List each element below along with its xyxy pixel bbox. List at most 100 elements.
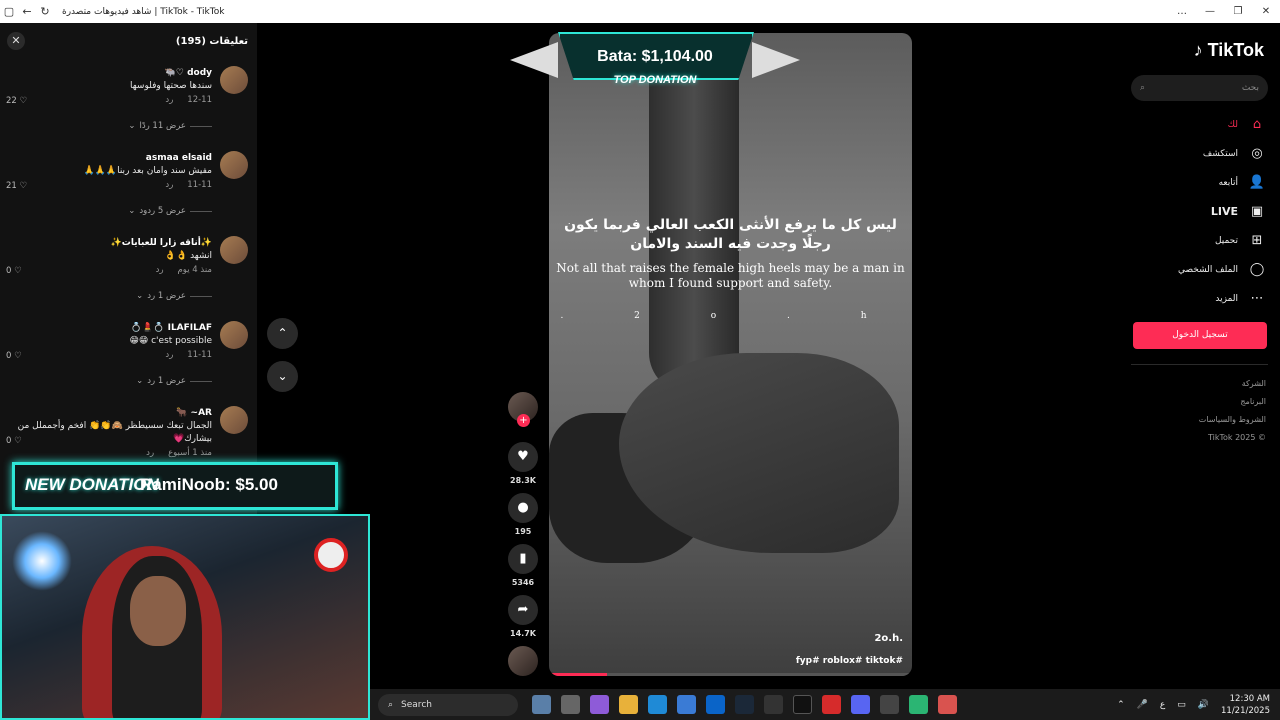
network-icon[interactable]: ▭ xyxy=(1177,700,1186,710)
m365-icon[interactable] xyxy=(590,695,609,714)
heart-outline-icon[interactable]: ♡ xyxy=(20,96,28,106)
close-window-icon[interactable]: ✕ xyxy=(1252,0,1280,23)
volume-icon[interactable]: 🔊 xyxy=(1198,700,1209,710)
video-author[interactable]: 2o.h. xyxy=(874,633,903,644)
edge-icon[interactable] xyxy=(648,695,667,714)
page-icon: ▢ xyxy=(3,5,15,18)
heart-outline-icon[interactable]: ♡ xyxy=(14,351,22,361)
comment-like[interactable]: 0 ♡ xyxy=(6,436,22,446)
replies-line xyxy=(190,295,212,297)
outlook-icon[interactable] xyxy=(706,695,725,714)
comment-meta: 11-11 رد xyxy=(0,180,212,190)
heart-outline-icon[interactable]: ♡ xyxy=(14,266,22,276)
comment-reply-button[interactable]: رد xyxy=(165,95,173,105)
comment-like[interactable]: 21 ♡ xyxy=(6,181,27,191)
comment-date: 11-11 xyxy=(187,350,212,360)
comment-avatar[interactable] xyxy=(220,66,248,94)
store-icon[interactable] xyxy=(677,695,696,714)
heart-outline-icon[interactable]: ♡ xyxy=(14,436,22,446)
comment-username[interactable]: dody ♡🐃 xyxy=(0,59,212,78)
follow-plus-icon[interactable]: + xyxy=(517,414,530,427)
sidebar-icon-0: ⌂ xyxy=(1252,117,1262,132)
discord-icon[interactable] xyxy=(851,695,870,714)
view-replies-button[interactable]: عرض 1 رد ⌄ xyxy=(136,291,212,301)
taskbar: ⌕ Search ⌃ 🎤 ع ▭ 🔊 12:30 AM 11/21/2025 xyxy=(370,689,1280,720)
sidebar-item-3[interactable]: ▣ LIVE xyxy=(1146,197,1266,226)
comment-text: سندها صحتها وفلوسها xyxy=(130,81,212,91)
tiktok-logo[interactable]: ♪ TikTok xyxy=(1194,40,1264,61)
video-progress-bar[interactable] xyxy=(549,673,912,676)
video-hashtags[interactable]: fyp# roblox# tiktok# xyxy=(796,656,903,666)
footer-link-program[interactable]: البرنامج xyxy=(1199,393,1266,411)
video-player[interactable]: ليس كل ما يرفع الأنثى الكعب العالي فربما… xyxy=(549,33,912,676)
sidebar-item-0[interactable]: ⌂ لك xyxy=(1146,110,1266,139)
reload-icon[interactable]: ↻ xyxy=(36,5,54,18)
comment-reply-button[interactable]: رد xyxy=(146,448,154,458)
webcam-light xyxy=(12,531,72,591)
sidebar-item-2[interactable]: 👤 أتابعه xyxy=(1146,168,1266,197)
task-view-icon[interactable] xyxy=(561,695,580,714)
taskbar-search[interactable]: ⌕ Search xyxy=(378,693,518,716)
more-options-icon[interactable]: … xyxy=(1168,0,1196,23)
comment-username[interactable]: ILAFILAF 💍💄💍 xyxy=(0,314,212,333)
search-icon[interactable]: ⌕ xyxy=(1140,83,1145,93)
comment-reply-button[interactable]: رد xyxy=(165,350,173,360)
comment-avatar[interactable] xyxy=(220,321,248,349)
comments-title: تعليقات (195) xyxy=(175,35,248,47)
back-icon[interactable]: ← xyxy=(18,5,36,18)
4k-downloader-icon[interactable] xyxy=(764,695,783,714)
comment-avatar[interactable] xyxy=(220,406,248,434)
share-icon[interactable]: ➦ xyxy=(508,595,538,625)
comment-text: مفيش سند وامان بعد ربنا🙏🙏🙏 xyxy=(83,166,212,176)
footer-link-terms[interactable]: الشروط والسياسات xyxy=(1199,411,1266,429)
comment-reply-button[interactable]: رد xyxy=(165,180,173,190)
comment-username[interactable]: asmaa elsaid xyxy=(0,144,212,163)
tray-chevron-icon[interactable]: ⌃ xyxy=(1117,700,1125,710)
previous-video-button[interactable]: ⌃ xyxy=(267,318,298,349)
minimize-icon[interactable]: — xyxy=(1196,0,1224,23)
sidebar-item-1[interactable]: ◎ استكشف xyxy=(1146,139,1266,168)
comment-avatar[interactable] xyxy=(220,151,248,179)
sidebar-icon-2: 👤 xyxy=(1248,175,1266,190)
view-replies-button[interactable]: عرض 11 ردًا ⌄ xyxy=(128,121,212,131)
comment-like[interactable]: 0 ♡ xyxy=(6,351,22,361)
login-button[interactable]: تسجيل الدخول xyxy=(1133,322,1267,349)
taskbar-clock[interactable]: 12:30 AM 11/21/2025 xyxy=(1221,693,1270,717)
comment-icon[interactable]: ● xyxy=(508,493,538,523)
comment-avatar[interactable] xyxy=(220,236,248,264)
file-explorer-icon[interactable] xyxy=(619,695,638,714)
sidebar-item-6[interactable]: ⋯ المزيد xyxy=(1146,284,1266,313)
replies-line xyxy=(190,380,212,382)
comment-text: انشهد 👌👌 xyxy=(164,251,212,261)
app-icon[interactable] xyxy=(909,695,928,714)
mic-icon[interactable]: 🎤 xyxy=(1137,700,1148,710)
input-language[interactable]: ع xyxy=(1160,700,1165,710)
comment-like[interactable]: 22 ♡ xyxy=(6,96,27,106)
comment-username[interactable]: AR~ 🐂 xyxy=(0,399,212,418)
maximize-icon[interactable]: ❐ xyxy=(1224,0,1252,23)
comment-count: 195 xyxy=(514,527,532,536)
comment-reply-button[interactable]: رد xyxy=(156,265,164,275)
close-comments-button[interactable]: ✕ xyxy=(7,32,25,50)
widgets-icon[interactable] xyxy=(532,695,551,714)
search-input[interactable]: بحث ⌕ xyxy=(1131,75,1268,101)
app2-icon[interactable] xyxy=(938,695,957,714)
view-replies-button[interactable]: عرض 1 رد ⌄ xyxy=(136,376,212,386)
sidebar-item-5[interactable]: ◯ الملف الشخصي xyxy=(1146,255,1266,284)
comment-like[interactable]: 0 ♡ xyxy=(6,266,22,276)
like-icon[interactable]: ♥ xyxy=(508,442,538,472)
music-disc-avatar[interactable] xyxy=(508,646,538,676)
bookmark-icon[interactable]: ▮ xyxy=(508,544,538,574)
comment-username[interactable]: ✨أناقه زارا للعبايات✨ xyxy=(0,229,212,248)
tiktok-app-icon[interactable] xyxy=(793,695,812,714)
view-replies-button[interactable]: عرض 5 ردود ⌄ xyxy=(128,206,212,216)
sidebar-item-4[interactable]: ⊞ تحميل xyxy=(1146,226,1266,255)
creator-avatar[interactable]: + xyxy=(508,392,538,427)
opera-icon[interactable] xyxy=(822,695,841,714)
obs-icon[interactable] xyxy=(880,695,899,714)
sidebar-icon-5: ◯ xyxy=(1249,262,1265,277)
heart-outline-icon[interactable]: ♡ xyxy=(20,181,28,191)
next-video-button[interactable]: ⌄ xyxy=(267,361,298,392)
footer-link-company[interactable]: الشركة xyxy=(1199,375,1266,393)
steam-icon[interactable] xyxy=(735,695,754,714)
